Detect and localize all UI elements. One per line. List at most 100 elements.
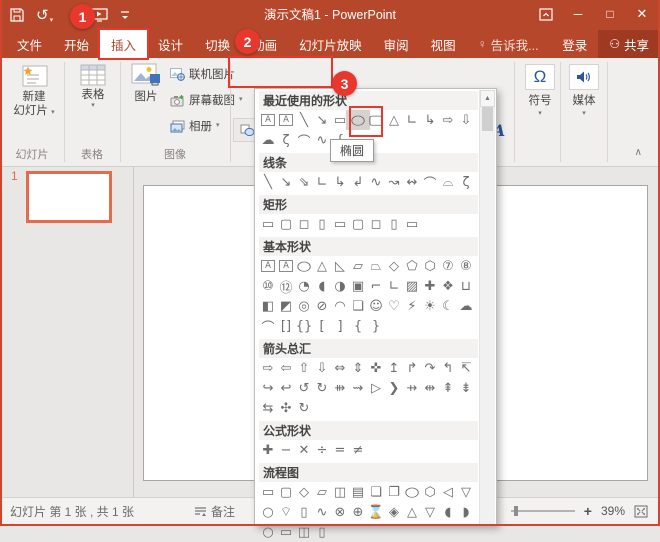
tab-审阅[interactable]: 审阅	[373, 30, 420, 58]
shape-cell[interactable]: −	[277, 440, 295, 460]
shape-cell[interactable]: ◈	[385, 502, 403, 522]
shape-cell[interactable]: ⇩	[313, 358, 331, 378]
online-pictures-button[interactable]: 联机图片	[170, 66, 235, 82]
shape-cell[interactable]: ❯	[385, 378, 403, 398]
shape-cell[interactable]: =	[331, 440, 349, 460]
tab-文件[interactable]: 文件	[6, 30, 53, 58]
shape-cell[interactable]: ☾	[439, 296, 457, 316]
shape-cell[interactable]: ▭	[331, 214, 349, 234]
shape-cell[interactable]: ↻	[295, 398, 313, 418]
shape-cell[interactable]: A	[259, 256, 277, 276]
shape-cell[interactable]: ⊗	[331, 502, 349, 522]
shape-cell[interactable]: ✕	[295, 440, 313, 460]
shape-cell[interactable]: ÷	[313, 440, 331, 460]
photo-album-button[interactable]: 相册 ▾	[170, 118, 220, 134]
ribbon-display-options-icon[interactable]	[530, 0, 562, 28]
scroll-up-icon[interactable]: ▲	[480, 90, 495, 107]
shape-cell[interactable]: ↝	[385, 172, 403, 192]
shape-cell[interactable]: ◇	[385, 256, 403, 276]
shape-cell[interactable]: ▱	[349, 256, 367, 276]
shape-cell[interactable]: ▽	[457, 482, 475, 502]
shape-cell[interactable]: ▭	[259, 482, 277, 502]
shape-cell[interactable]: ◫	[331, 482, 349, 502]
shape-cell[interactable]: ⇧	[295, 358, 313, 378]
shape-cell[interactable]: ⑫	[277, 276, 295, 296]
symbol-button[interactable]: Ω 符号 ▾	[522, 64, 558, 118]
shape-cell[interactable]: A	[259, 110, 277, 130]
shape-cell[interactable]: ∟	[403, 110, 421, 130]
shape-cell[interactable]: ▢	[349, 214, 367, 234]
shape-cell[interactable]: {}	[295, 316, 313, 336]
shape-cell[interactable]: ⇦	[277, 358, 295, 378]
shape-cell[interactable]: [	[313, 316, 331, 336]
shape-cell[interactable]: ↰	[439, 358, 457, 378]
shape-cell[interactable]: ⑦	[439, 256, 457, 276]
shape-cell[interactable]: ▣	[349, 276, 367, 296]
scrollbar-thumb[interactable]	[482, 107, 493, 131]
slide-thumbnail[interactable]	[26, 171, 112, 223]
screenshot-button[interactable]: 屏幕截图 ▾	[170, 92, 243, 108]
shape-cell[interactable]: ▨	[403, 276, 421, 296]
shape-cell[interactable]: ⑧	[457, 256, 475, 276]
shape-cell[interactable]: ▢	[277, 214, 295, 234]
table-button[interactable]: 表格 ▾	[70, 62, 116, 110]
notes-button[interactable]: 备注	[194, 503, 235, 520]
shape-cell[interactable]: ↱	[403, 358, 421, 378]
shape-cell[interactable]: ⇩	[457, 110, 475, 130]
shape-cell[interactable]: ╲	[295, 110, 313, 130]
shape-cell[interactable]: ▯	[385, 214, 403, 234]
shape-cell[interactable]: ⇝	[349, 378, 367, 398]
shape-cell[interactable]: ◇	[295, 482, 313, 502]
shape-cell[interactable]: ▯	[313, 522, 331, 542]
shape-cell[interactable]: ◎	[295, 296, 313, 316]
shape-cell[interactable]: ↘	[313, 110, 331, 130]
shape-cell[interactable]: ✚	[421, 276, 439, 296]
shape-cell[interactable]: ⌒	[421, 172, 439, 192]
shape-cell[interactable]: ⇹	[421, 378, 439, 398]
shape-cell[interactable]: ☀	[421, 296, 439, 316]
shape-cell[interactable]: ↷	[421, 358, 439, 378]
fit-slide-button[interactable]	[634, 505, 648, 518]
shape-cell[interactable]: ▭	[403, 214, 421, 234]
shape-cell[interactable]: ▽	[421, 502, 439, 522]
shape-cell[interactable]: ⌐	[367, 276, 385, 296]
shape-cell[interactable]: []	[277, 316, 295, 336]
shape-cell[interactable]: ⇞	[439, 378, 457, 398]
zoom-in-button[interactable]: +	[584, 503, 592, 519]
shape-cell[interactable]: ◑	[331, 276, 349, 296]
shape-cell[interactable]: ◻	[295, 214, 313, 234]
shape-cell[interactable]: ⊘	[313, 296, 331, 316]
shape-cell[interactable]: ↳	[421, 110, 439, 130]
tab-共享[interactable]: ⚇共享	[598, 30, 660, 58]
shape-cell[interactable]: ↺	[295, 378, 313, 398]
shape-cell[interactable]: }	[367, 316, 385, 336]
shape-cell[interactable]: ❏	[349, 296, 367, 316]
shape-cell[interactable]: ⬠	[403, 256, 421, 276]
shape-cell[interactable]: ▭	[259, 214, 277, 234]
shape-cell[interactable]: ↩	[277, 378, 295, 398]
dropdown-scrollbar[interactable]: ▲	[479, 90, 495, 524]
shape-cell[interactable]: ⌛	[367, 502, 385, 522]
shape-cell[interactable]: ▱	[313, 482, 331, 502]
shape-cell[interactable]: ⏢	[367, 256, 385, 276]
shape-cell[interactable]: ⌓	[439, 172, 457, 192]
shape-cell[interactable]: ◧	[259, 296, 277, 316]
tab-设计[interactable]: 设计	[147, 30, 194, 58]
shape-cell[interactable]: ⇕	[349, 358, 367, 378]
shape-cell[interactable]: ⊔	[457, 276, 475, 296]
shape-cell[interactable]: ◩	[277, 296, 295, 316]
shape-cell[interactable]: ⇔	[331, 358, 349, 378]
shape-cell[interactable]: ζ	[457, 172, 475, 192]
shape-cell[interactable]: {	[349, 316, 367, 336]
shape-cell[interactable]: ○	[259, 502, 277, 522]
shape-cell[interactable]: ⇨	[259, 358, 277, 378]
shape-cell[interactable]: ◠	[331, 296, 349, 316]
shape-cell[interactable]: ○	[259, 522, 277, 542]
shape-cell[interactable]: ↳	[331, 172, 349, 192]
zoom-slider-handle[interactable]	[514, 506, 518, 516]
media-button[interactable]: 媒体 ▾	[566, 64, 602, 118]
shape-cell[interactable]: ☁	[259, 130, 277, 150]
shape-cell[interactable]: ⌒	[295, 130, 313, 150]
shape-cell[interactable]: ▢	[277, 482, 295, 502]
shape-cell[interactable]: ╲	[259, 172, 277, 192]
